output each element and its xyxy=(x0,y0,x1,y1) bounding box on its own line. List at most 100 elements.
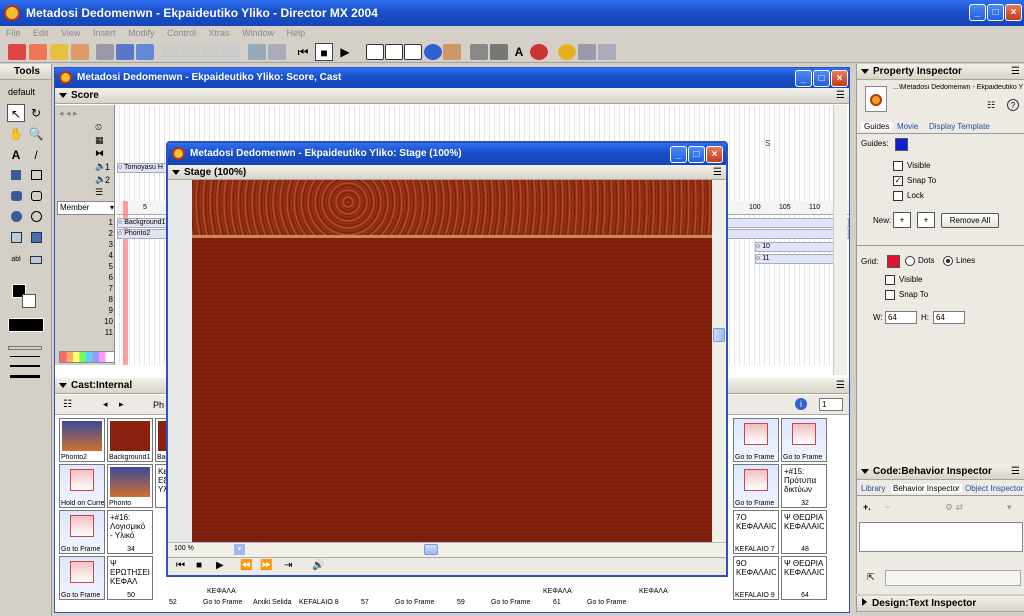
cast-cell-phonto[interactable]: Phonto xyxy=(107,464,153,508)
stage-loop-icon[interactable]: ⇥ xyxy=(284,558,292,574)
score-options-icon[interactable]: ☰ xyxy=(836,88,845,104)
line-none[interactable] xyxy=(8,346,42,350)
stage-stop-icon[interactable]: ■ xyxy=(196,558,202,574)
xtras-icon[interactable] xyxy=(598,44,616,60)
rewind-icon[interactable]: ⏮ xyxy=(294,43,312,61)
arrow-tool-icon[interactable]: ↖ xyxy=(7,104,25,122)
stage-window-icon[interactable] xyxy=(366,44,384,60)
cast-cell-50[interactable]: Ψ ΕΡΩΤΗΣΕΙΣ ΚΕΦΑΛ 50 xyxy=(107,556,153,600)
cast-next-icon[interactable]: ▸ xyxy=(119,399,124,410)
bi-collapse-icon[interactable] xyxy=(861,468,869,474)
stage-hscroll-thumb[interactable] xyxy=(424,544,438,555)
cast-page-field[interactable]: 1 xyxy=(819,398,843,411)
cast-collapse-icon[interactable] xyxy=(59,382,67,388)
stage-step-back-icon[interactable]: ⏪ xyxy=(240,558,252,574)
cast-window-icon[interactable] xyxy=(404,44,422,60)
cast-cell-right-go-to-frame-3[interactable]: Go to Frame xyxy=(733,464,779,508)
cast-view-icon[interactable]: ☷ xyxy=(63,399,72,410)
line-thin[interactable] xyxy=(10,356,40,357)
pi-tab-guides[interactable]: Guides xyxy=(861,122,893,131)
round-rect-tool-icon[interactable] xyxy=(7,188,25,206)
find-icon[interactable] xyxy=(248,44,266,60)
sprite-track-b[interactable]: ○ 11 xyxy=(755,254,835,264)
paste-icon[interactable] xyxy=(222,44,240,60)
line-medium[interactable] xyxy=(10,365,40,367)
pi-grid-snap[interactable]: Snap To xyxy=(885,290,928,300)
button-tool-icon[interactable] xyxy=(27,251,45,269)
pi-remove-all-button[interactable]: Remove All xyxy=(941,213,999,228)
menu-insert[interactable]: Insert xyxy=(93,28,116,38)
pi-guides-color-swatch[interactable] xyxy=(895,138,908,151)
sprite-track-a[interactable]: ○ 10 xyxy=(755,242,835,252)
score-color-strip[interactable] xyxy=(59,351,115,363)
line-tool-icon[interactable]: / xyxy=(27,146,45,164)
maximize-button[interactable]: □ xyxy=(987,4,1004,21)
pi-guides-snap[interactable]: ✓ Snap To xyxy=(893,176,936,186)
bi-tab-object-inspector[interactable]: Object Inspector xyxy=(965,484,1023,493)
score-cast-close-button[interactable]: × xyxy=(831,70,848,87)
zoom-tool-icon[interactable]: 🔍 xyxy=(27,125,45,143)
stage-step-forward-icon[interactable]: ⏩ xyxy=(260,558,272,574)
stage-vscroll[interactable] xyxy=(712,180,726,542)
bi-move-icons[interactable]: ⚙ ⇄ xyxy=(945,502,963,513)
score-nav-arrows[interactable]: ◂ ◂ ▸ xyxy=(59,108,78,119)
stage-rewind-icon[interactable]: ⏮ xyxy=(176,558,185,574)
pi-grid-lines[interactable]: Lines xyxy=(943,256,975,266)
ellipse-outline-tool-icon[interactable] xyxy=(27,209,45,227)
cast-cell-phonto2[interactable]: Phonto2 xyxy=(59,418,105,462)
cast-name-prefix[interactable]: Ph xyxy=(153,400,164,410)
rect-outline-tool-icon[interactable] xyxy=(27,167,45,185)
pi-grid-color-swatch[interactable] xyxy=(887,255,900,268)
info-icon[interactable] xyxy=(424,44,442,60)
publish-icon[interactable] xyxy=(136,44,154,60)
cast-info-icon[interactable]: i xyxy=(795,398,807,410)
pi-guides-visible[interactable]: Visible xyxy=(893,161,930,171)
library-icon[interactable] xyxy=(443,44,461,60)
tools-preset[interactable]: default xyxy=(8,87,35,97)
menu-help[interactable]: Help xyxy=(287,28,306,38)
pi-tab-movie[interactable]: Movie xyxy=(897,122,918,131)
stage-close-button[interactable]: × xyxy=(706,146,723,163)
pi-w-field[interactable]: 64 xyxy=(885,311,917,324)
rotate-tool-icon[interactable]: ↻ xyxy=(27,104,45,122)
member-select[interactable]: Member ▾ xyxy=(57,201,115,215)
import-icon[interactable] xyxy=(71,44,89,60)
undo-icon[interactable] xyxy=(162,44,180,60)
bi-expand-icon[interactable]: ⇱ xyxy=(867,572,875,583)
menu-xtras[interactable]: Xtras xyxy=(209,28,230,38)
pi-grid-dots[interactable]: Dots xyxy=(905,256,934,266)
text-icon[interactable]: A xyxy=(510,43,528,61)
cast-cell-go-to-frame-2[interactable]: Go to Frame xyxy=(59,556,105,600)
cast-cell-34[interactable]: +#16: Λογισμικό - Υλικό 34 xyxy=(107,510,153,554)
cast-cell-kefalaio-7[interactable]: 7Ο ΚΕΦΑΛΑΙΟ KEFALAIO 7 xyxy=(733,510,779,554)
vector-icon[interactable] xyxy=(490,44,508,60)
cast-cell-right-go-to-frame-2[interactable]: Go to Frame xyxy=(781,418,827,462)
copy-icon[interactable] xyxy=(202,44,220,60)
collapse-icon[interactable] xyxy=(59,92,67,98)
pi-list-view-icon[interactable]: ☷ xyxy=(987,100,995,111)
pi-guides-lock[interactable]: Lock xyxy=(893,191,924,201)
stage-zoom-field[interactable]: 100 % xyxy=(174,545,194,552)
save-all-icon[interactable] xyxy=(116,44,134,60)
cast-cell-background1[interactable]: Background1 xyxy=(107,418,153,462)
score-cast-maximize-button[interactable]: □ xyxy=(813,70,830,87)
stage-vscroll-thumb[interactable] xyxy=(713,328,725,342)
bi-options-icon[interactable]: ☰ xyxy=(1011,464,1020,480)
new-movie-icon[interactable] xyxy=(8,44,26,60)
text-tool-icon[interactable]: A xyxy=(7,146,25,164)
bi-tab-library[interactable]: Library xyxy=(861,484,885,493)
stage-zoom-dropdown-icon[interactable]: ▾ xyxy=(234,544,245,555)
stage-options-icon[interactable]: ☰ xyxy=(713,165,722,180)
menu-modify[interactable]: Modify xyxy=(128,28,155,38)
cut-icon[interactable] xyxy=(182,44,200,60)
score-cast-vscroll[interactable] xyxy=(833,105,847,375)
script-icon[interactable] xyxy=(530,44,548,60)
bi-description-field[interactable] xyxy=(885,570,1021,586)
cast-cell-64[interactable]: Ψ ΘΕΩΡΙΑ ΚΕΦΑΛΑΙΟ 64 xyxy=(781,556,827,600)
menu-window[interactable]: Window xyxy=(242,28,274,38)
open-icon[interactable] xyxy=(50,44,68,60)
exchange-cast-icon[interactable] xyxy=(268,44,286,60)
pi-collapse-icon[interactable] xyxy=(861,68,869,74)
line-thick[interactable] xyxy=(10,375,40,378)
stage-volume-icon[interactable]: 🔊 xyxy=(312,558,324,574)
